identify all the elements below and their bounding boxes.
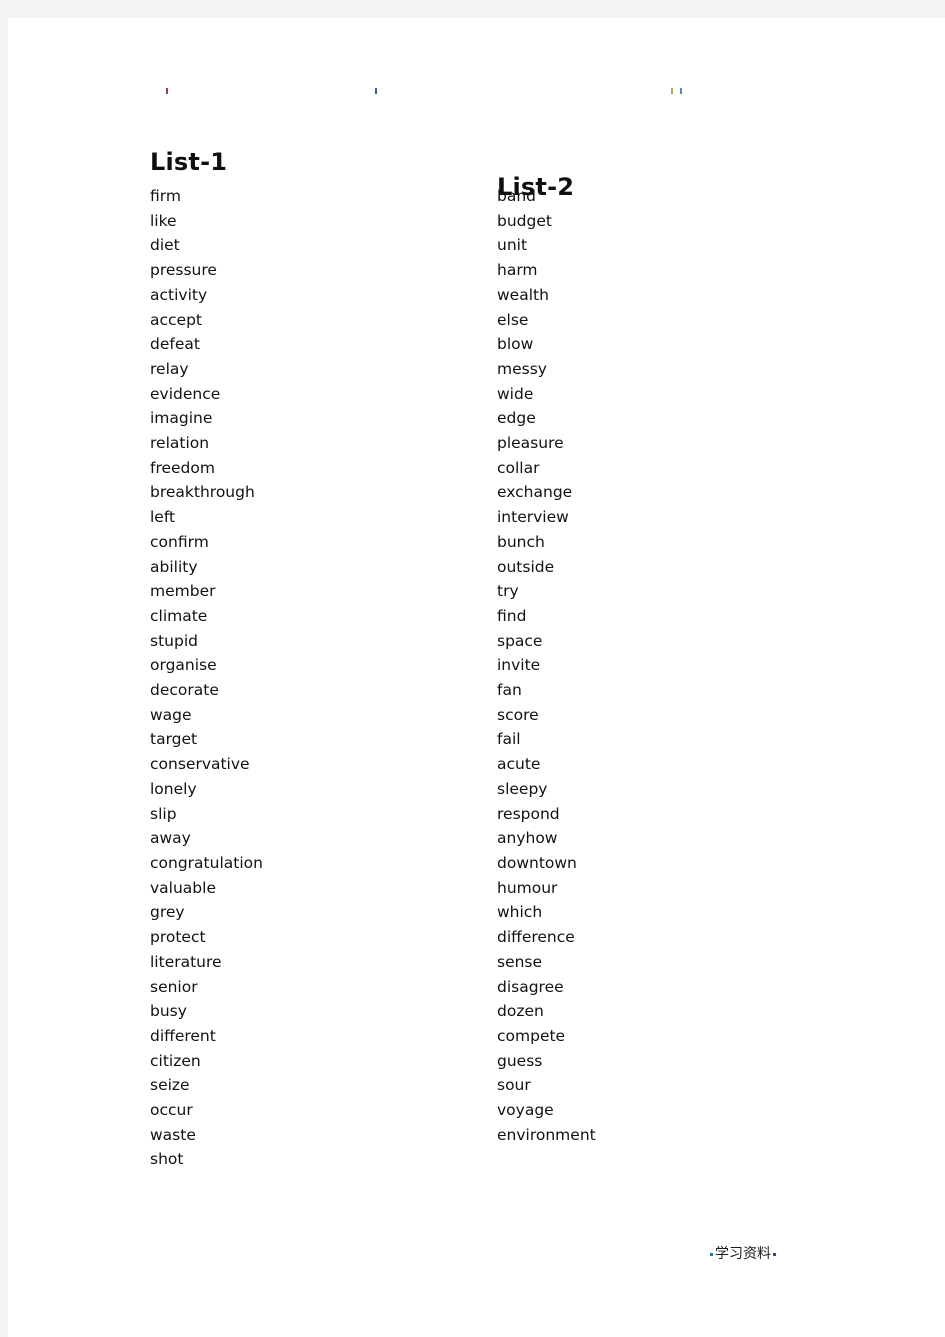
word-item: interview — [497, 508, 569, 527]
word-item: left — [150, 508, 176, 527]
word-item: acute — [497, 755, 541, 774]
footer-dot-icon — [710, 1253, 713, 1256]
word-item: busy — [150, 1002, 187, 1021]
word-item: band — [497, 187, 536, 205]
word-item: seize — [150, 1076, 190, 1095]
word-item: find — [497, 606, 527, 625]
word-item: away — [150, 829, 191, 848]
word-item: target — [150, 730, 198, 749]
word-item: stupid — [150, 631, 198, 650]
word-item: pleasure — [497, 434, 564, 453]
word-item: sour — [497, 1076, 531, 1095]
word-item: occur — [150, 1101, 193, 1120]
word-item: budget — [497, 211, 552, 230]
word-item: respond — [497, 804, 560, 823]
scanned-page: List-1 firm like diet pressure activity accep… — [8, 18, 945, 1337]
word-item: bunch — [497, 532, 545, 551]
word-item: downtown — [497, 853, 577, 872]
word-item: dozen — [497, 1002, 544, 1021]
word-item: literature — [150, 952, 222, 971]
word-item: blow — [497, 335, 534, 354]
word-item: lonely — [150, 779, 197, 798]
word-item: activity — [150, 285, 208, 304]
word-item: shot — [150, 1150, 184, 1169]
word-item: wealth — [497, 285, 549, 304]
word-item: decorate — [150, 681, 219, 700]
word-item: slip — [150, 804, 177, 823]
word-item: freedom — [150, 458, 215, 477]
list-2-words: band budget unit harm wealth else blow messy wid… — [497, 184, 596, 1147]
word-item: score — [497, 705, 539, 724]
word-item: defeat — [150, 335, 200, 354]
word-item: sense — [497, 952, 543, 971]
word-item: fail — [497, 730, 521, 749]
word-item: organise — [150, 656, 217, 675]
word-item: waste — [150, 1125, 196, 1144]
word-item: senior — [150, 977, 198, 996]
word-item: collar — [497, 458, 540, 477]
vocabulary-lists: List-1 firm like diet pressure activity accep… — [8, 18, 945, 1337]
word-item: messy — [497, 359, 547, 378]
word-item: congratulation — [150, 853, 263, 872]
page-footer: 学习资料 — [708, 1243, 908, 1263]
word-item: firm — [150, 187, 181, 205]
word-item: like — [150, 211, 177, 230]
word-item: climate — [150, 606, 208, 625]
word-item: difference — [497, 928, 575, 947]
word-item: sleepy — [497, 779, 548, 798]
word-item: disagree — [497, 977, 564, 996]
word-item: accept — [150, 310, 202, 329]
word-item: humour — [497, 878, 558, 897]
word-item: environment — [497, 1125, 596, 1144]
word-item: pressure — [150, 261, 217, 280]
word-item: confirm — [150, 532, 209, 551]
word-item: voyage — [497, 1101, 554, 1120]
footer-label: 学习资料 — [715, 1246, 771, 1262]
word-item: fan — [497, 681, 522, 700]
word-item: guess — [497, 1051, 543, 1070]
word-item: wide — [497, 384, 534, 403]
word-item: relation — [150, 434, 210, 453]
word-item: conservative — [150, 755, 250, 774]
word-item: diet — [150, 236, 180, 255]
word-item: imagine — [150, 409, 213, 428]
word-item: which — [497, 903, 543, 922]
word-item: unit — [497, 236, 528, 255]
word-item: invite — [497, 656, 541, 675]
word-item: space — [497, 631, 543, 650]
word-item: member — [150, 582, 216, 601]
footer-dot-icon — [773, 1253, 776, 1256]
list-1-words: firm like diet pressure activity accept defeat… — [150, 184, 263, 1172]
word-item: protect — [150, 928, 206, 947]
word-item: else — [497, 310, 529, 329]
word-item: wage — [150, 705, 192, 724]
word-item: valuable — [150, 878, 216, 897]
word-item: breakthrough — [150, 483, 255, 502]
word-item: exchange — [497, 483, 573, 502]
word-item: ability — [150, 557, 198, 576]
word-item: outside — [497, 557, 555, 576]
word-item: citizen — [150, 1051, 201, 1070]
word-item: harm — [497, 261, 538, 280]
word-item: different — [150, 1026, 216, 1045]
word-item: relay — [150, 359, 189, 378]
list-1-heading: List-1 — [150, 148, 228, 176]
word-item: compete — [497, 1026, 566, 1045]
word-item: edge — [497, 409, 536, 428]
word-item: grey — [150, 903, 185, 922]
word-item: try — [497, 582, 519, 601]
word-item: evidence — [150, 384, 221, 403]
word-item: anyhow — [497, 829, 558, 848]
